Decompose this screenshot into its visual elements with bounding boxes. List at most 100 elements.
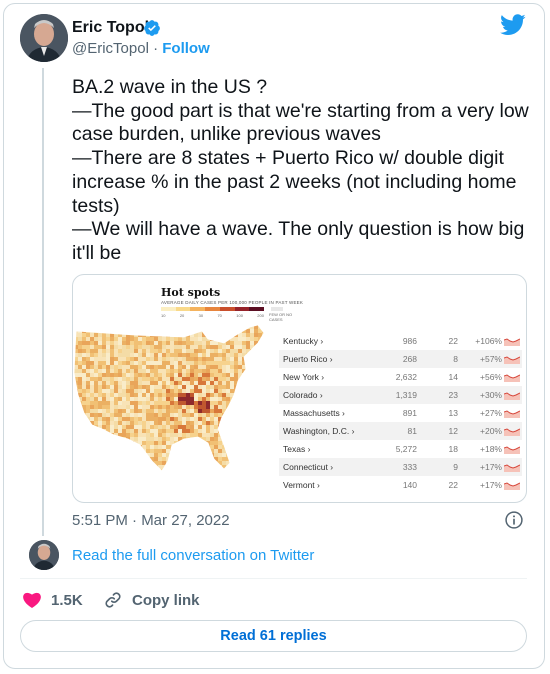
tweet-line: tests) — [72, 194, 120, 217]
tweet-line: increase % in the past 2 weeks (not incl… — [72, 170, 517, 193]
cases-per-100k: 22 — [448, 480, 458, 490]
tweet-line: —There are 8 states + Puerto Rico w/ dou… — [72, 147, 504, 170]
tweet-timestamp[interactable]: 5:51 PM · Mar 27, 2022 — [72, 512, 230, 529]
divider — [20, 578, 527, 579]
legend-swatch — [175, 307, 191, 311]
us-county-heatmap — [74, 324, 265, 472]
two-week-change: +57% — [480, 354, 502, 364]
follow-link[interactable]: Follow — [162, 40, 210, 57]
legend-color-scale — [161, 307, 265, 311]
cases-per-100k: 22 — [448, 336, 458, 346]
trend-sparkline — [504, 464, 520, 472]
cases-per-100k: 9 — [453, 462, 458, 472]
table-row[interactable]: Colorado › 1,319 23 +30% — [279, 386, 522, 404]
separator-dot: · — [153, 40, 159, 57]
daily-cases: 2,632 — [395, 372, 417, 382]
daily-cases: 333 — [402, 462, 417, 472]
table-row[interactable]: Connecticut › 333 9 +17% — [279, 458, 522, 476]
tweet-line: —The good part is that we're starting fr… — [72, 99, 529, 122]
legend-swatch — [190, 307, 206, 311]
state-name: Vermont › — [283, 480, 320, 490]
read-full-conversation-link[interactable]: Read the full conversation on Twitter — [72, 547, 314, 564]
thread-connector-line — [42, 68, 44, 536]
legend-title: AVERAGE DAILY CASES PER 100,000 PEOPLE I… — [161, 300, 304, 305]
tweet-line: —We will have a wave. The only question … — [72, 218, 525, 241]
state-name: Puerto Rico › — [283, 354, 333, 364]
legend-swatch — [219, 307, 235, 311]
trend-sparkline — [504, 428, 520, 436]
cases-per-100k: 13 — [448, 408, 458, 418]
trend-sparkline — [504, 482, 520, 490]
table-row[interactable]: Texas › 5,272 18 +18% — [279, 440, 522, 458]
state-name: Texas › — [283, 444, 311, 454]
daily-cases: 1,319 — [395, 390, 417, 400]
twitter-bird-icon[interactable] — [500, 14, 526, 36]
cases-per-100k: 18 — [448, 444, 458, 454]
table-row[interactable]: Puerto Rico › 268 8 +57% — [279, 350, 522, 368]
two-week-change: +56% — [480, 372, 502, 382]
table-row[interactable]: Vermont › 140 22 +17% — [279, 476, 522, 494]
cases-per-100k: 23 — [448, 390, 458, 400]
trend-sparkline — [504, 356, 520, 364]
daily-cases: 5,272 — [395, 444, 417, 454]
tweet-line: case burden, unlike previous waves — [72, 123, 381, 146]
copy-link-button[interactable]: Copy link — [132, 592, 200, 609]
link-icon[interactable] — [103, 590, 123, 610]
like-count[interactable]: 1.5K — [51, 592, 83, 609]
two-week-change: +30% — [480, 390, 502, 400]
legend-tick-label: 30 — [198, 313, 204, 318]
media-image-card[interactable]: Hot spots AVERAGE DAILY CASES PER 100,00… — [72, 274, 527, 503]
trend-sparkline — [504, 338, 520, 346]
daily-cases: 140 — [402, 480, 417, 490]
author-name[interactable]: Eric Topol — [72, 19, 149, 37]
state-name: Kentucky › — [283, 336, 324, 346]
tweet-text: BA.2 wave in the US ? —The good part is … — [72, 76, 529, 266]
table-row[interactable]: Washington, D.C. › 81 12 +20% — [279, 422, 522, 440]
state-name: Connecticut › — [283, 462, 334, 472]
legend-tick-label: 20 — [179, 313, 185, 318]
heart-icon[interactable] — [22, 590, 42, 610]
trend-sparkline — [504, 374, 520, 382]
daily-cases: 268 — [402, 354, 417, 364]
two-week-change: +17% — [480, 462, 502, 472]
tweet-line: it'll be — [72, 241, 122, 264]
table-row[interactable]: New York › 2,632 14 +56% — [279, 368, 522, 386]
state-name: Washington, D.C. › — [283, 426, 355, 436]
daily-cases: 891 — [402, 408, 417, 418]
daily-cases: 986 — [402, 336, 417, 346]
two-week-change: +20% — [480, 426, 502, 436]
state-name: Colorado › — [283, 390, 323, 400]
cases-per-100k: 12 — [448, 426, 458, 436]
two-week-change: +27% — [480, 408, 502, 418]
info-icon[interactable] — [504, 510, 524, 530]
media-title: Hot spots — [161, 286, 221, 299]
table-row[interactable]: Massachusetts › 891 13 +27% — [279, 404, 522, 422]
legend-tick-label: 100 — [236, 313, 243, 318]
cases-per-100k: 8 — [453, 354, 458, 364]
legend-tick-label: 70 — [217, 313, 222, 318]
trend-sparkline — [504, 446, 520, 454]
author-avatar[interactable] — [20, 14, 68, 62]
trend-sparkline — [504, 410, 520, 418]
state-name: Massachusetts › — [283, 408, 345, 418]
daily-cases: 81 — [407, 426, 417, 436]
table-row[interactable]: Kentucky › 986 22 +106% — [279, 332, 522, 350]
two-week-change: +106% — [475, 336, 502, 346]
author-handle[interactable]: @EricTopol — [72, 40, 149, 57]
legend-swatch — [205, 307, 220, 311]
tweet-line: BA.2 wave in the US ? — [72, 76, 268, 98]
two-week-change: +18% — [480, 444, 502, 454]
legend-swatch — [234, 307, 250, 311]
legend-ticks: 10 20 30 70 100 200 — [161, 313, 264, 318]
state-name: New York › — [283, 372, 325, 382]
read-replies-button[interactable]: Read 61 replies — [20, 620, 527, 652]
legend-swatch — [161, 307, 176, 311]
verified-badge-icon — [144, 20, 160, 36]
cases-per-100k: 14 — [448, 372, 458, 382]
hotspot-table: Kentucky › 986 22 +106% Puerto Rico › 268 8 +57… — [279, 332, 522, 494]
legend-tick-label: 200 — [257, 313, 264, 318]
trend-sparkline — [504, 392, 520, 400]
handle-row: @EricTopol · Follow — [72, 40, 210, 57]
map-county-cells — [74, 325, 264, 471]
reader-avatar — [29, 540, 59, 570]
